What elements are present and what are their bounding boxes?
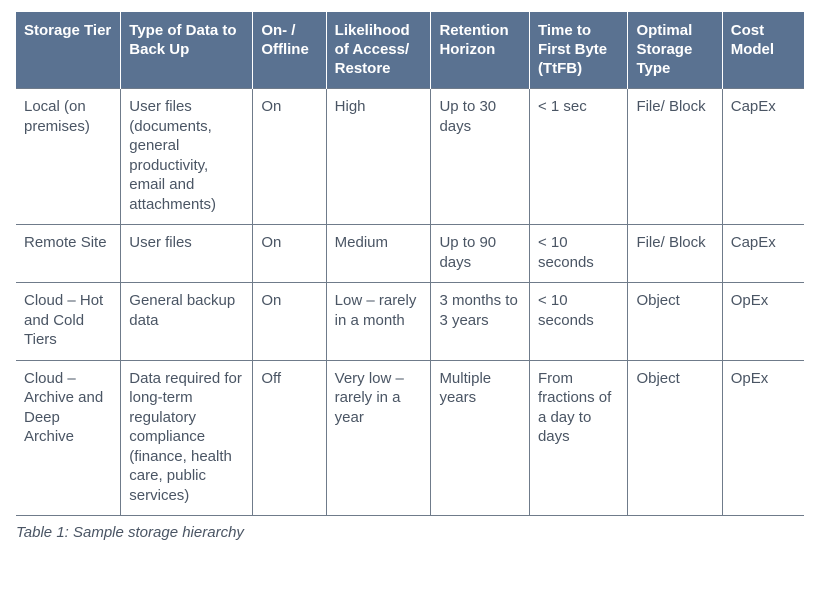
cell-retention: Up to 30 days bbox=[431, 89, 530, 225]
cell-cost-model: CapEx bbox=[722, 225, 804, 283]
cell-storage-type: File/ Block bbox=[628, 89, 722, 225]
cell-data-type: General backup data bbox=[121, 283, 253, 361]
cell-ttfb: From fractions of a day to days bbox=[529, 360, 628, 516]
cell-tier: Cloud – Hot and Cold Tiers bbox=[16, 283, 121, 361]
cell-tier: Local (on premises) bbox=[16, 89, 121, 225]
header-cost-model: Cost Model bbox=[722, 12, 804, 89]
cell-storage-type: Object bbox=[628, 360, 722, 516]
cell-on-offline: On bbox=[253, 283, 326, 361]
cell-likelihood: High bbox=[326, 89, 431, 225]
table-caption: Table 1: Sample storage hierarchy bbox=[16, 524, 804, 541]
cell-tier: Remote Site bbox=[16, 225, 121, 283]
header-storage-tier: Storage Tier bbox=[16, 12, 121, 89]
table-row: Cloud – Archive and Deep Archive Data re… bbox=[16, 360, 804, 516]
cell-storage-type: Object bbox=[628, 283, 722, 361]
cell-ttfb: < 1 sec bbox=[529, 89, 628, 225]
table-row: Cloud – Hot and Cold Tiers General backu… bbox=[16, 283, 804, 361]
cell-likelihood: Medium bbox=[326, 225, 431, 283]
cell-cost-model: OpEx bbox=[722, 283, 804, 361]
storage-hierarchy-table: Storage Tier Type of Data to Back Up On-… bbox=[16, 12, 804, 516]
cell-retention: Up to 90 days bbox=[431, 225, 530, 283]
table-header-row: Storage Tier Type of Data to Back Up On-… bbox=[16, 12, 804, 89]
cell-likelihood: Low – rarely in a month bbox=[326, 283, 431, 361]
cell-ttfb: < 10 seconds bbox=[529, 283, 628, 361]
cell-ttfb: < 10 seconds bbox=[529, 225, 628, 283]
cell-on-offline: Off bbox=[253, 360, 326, 516]
table-row: Remote Site User files On Medium Up to 9… bbox=[16, 225, 804, 283]
cell-storage-type: File/ Block bbox=[628, 225, 722, 283]
cell-retention: 3 months to 3 years bbox=[431, 283, 530, 361]
cell-data-type: User files (documents, general productiv… bbox=[121, 89, 253, 225]
cell-cost-model: CapEx bbox=[722, 89, 804, 225]
cell-on-offline: On bbox=[253, 225, 326, 283]
header-retention: Retention Horizon bbox=[431, 12, 530, 89]
cell-retention: Multiple years bbox=[431, 360, 530, 516]
header-storage-type: Optimal Storage Type bbox=[628, 12, 722, 89]
cell-data-type: User files bbox=[121, 225, 253, 283]
header-data-type: Type of Data to Back Up bbox=[121, 12, 253, 89]
cell-likelihood: Very low – rarely in a year bbox=[326, 360, 431, 516]
header-on-offline: On- / Offline bbox=[253, 12, 326, 89]
cell-on-offline: On bbox=[253, 89, 326, 225]
cell-cost-model: OpEx bbox=[722, 360, 804, 516]
header-likelihood: Likelihood of Access/ Restore bbox=[326, 12, 431, 89]
table-row: Local (on premises) User files (document… bbox=[16, 89, 804, 225]
cell-tier: Cloud – Archive and Deep Archive bbox=[16, 360, 121, 516]
header-ttfb: Time to First Byte (TtFB) bbox=[529, 12, 628, 89]
cell-data-type: Data required for long-term regulatory c… bbox=[121, 360, 253, 516]
